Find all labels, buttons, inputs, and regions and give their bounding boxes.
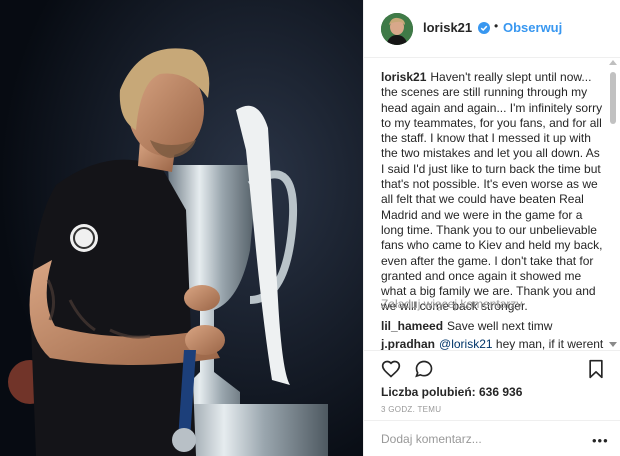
comment-text: Save well next timw bbox=[447, 319, 553, 333]
add-comment-bar: ••• bbox=[364, 420, 620, 456]
add-comment-input[interactable] bbox=[381, 431, 571, 447]
comment-icon[interactable] bbox=[414, 359, 434, 379]
post-username[interactable]: lorisk21 bbox=[423, 20, 472, 35]
scrollbar-thumb[interactable] bbox=[610, 72, 616, 124]
follow-button[interactable]: Obserwuj bbox=[503, 20, 562, 35]
separator-dot: • bbox=[494, 19, 499, 33]
comments-section[interactable]: lorisk21 Haven't really slept until now..… bbox=[364, 58, 604, 350]
avatar-image bbox=[381, 13, 413, 45]
post-header: lorisk21 • Obserwuj bbox=[364, 0, 620, 58]
post-photo[interactable] bbox=[0, 0, 363, 456]
post-side-panel: lorisk21 • Obserwuj lorisk21 Haven't real… bbox=[363, 0, 620, 456]
post-timestamp: 3 GODZ. TEMU bbox=[381, 405, 442, 414]
more-options-button[interactable]: ••• bbox=[592, 433, 609, 448]
scroll-up-arrow-icon[interactable] bbox=[609, 60, 617, 65]
verified-badge-icon bbox=[478, 21, 490, 34]
post-actions-bar bbox=[364, 350, 620, 380]
likes-count[interactable]: Liczba polubień: 636 936 bbox=[381, 385, 522, 399]
avatar[interactable] bbox=[381, 13, 413, 45]
comment-item: lil_hameed Save well next timw bbox=[381, 319, 552, 333]
comment-item: j.pradhan @lorisk21 hey man, if it werent bbox=[381, 337, 603, 350]
load-more-comments-button[interactable]: Załaduj więcej komentarzy bbox=[381, 297, 522, 311]
heart-icon[interactable] bbox=[381, 359, 401, 379]
post-caption: lorisk21 Haven't really slept until now..… bbox=[381, 70, 603, 315]
bookmark-icon[interactable] bbox=[586, 359, 606, 379]
comment-mention[interactable]: @lorisk21 bbox=[439, 337, 493, 350]
post-photo-illustration bbox=[0, 0, 363, 456]
caption-author[interactable]: lorisk21 bbox=[381, 70, 426, 84]
caption-text: Haven't really slept until now... the sc… bbox=[381, 70, 603, 314]
comment-author[interactable]: j.pradhan bbox=[381, 337, 435, 350]
comment-text: hey man, if it werent bbox=[495, 337, 604, 350]
comment-author[interactable]: lil_hameed bbox=[381, 319, 443, 333]
comments-scrollbar[interactable] bbox=[607, 58, 619, 350]
scroll-down-arrow-icon[interactable] bbox=[609, 342, 617, 347]
